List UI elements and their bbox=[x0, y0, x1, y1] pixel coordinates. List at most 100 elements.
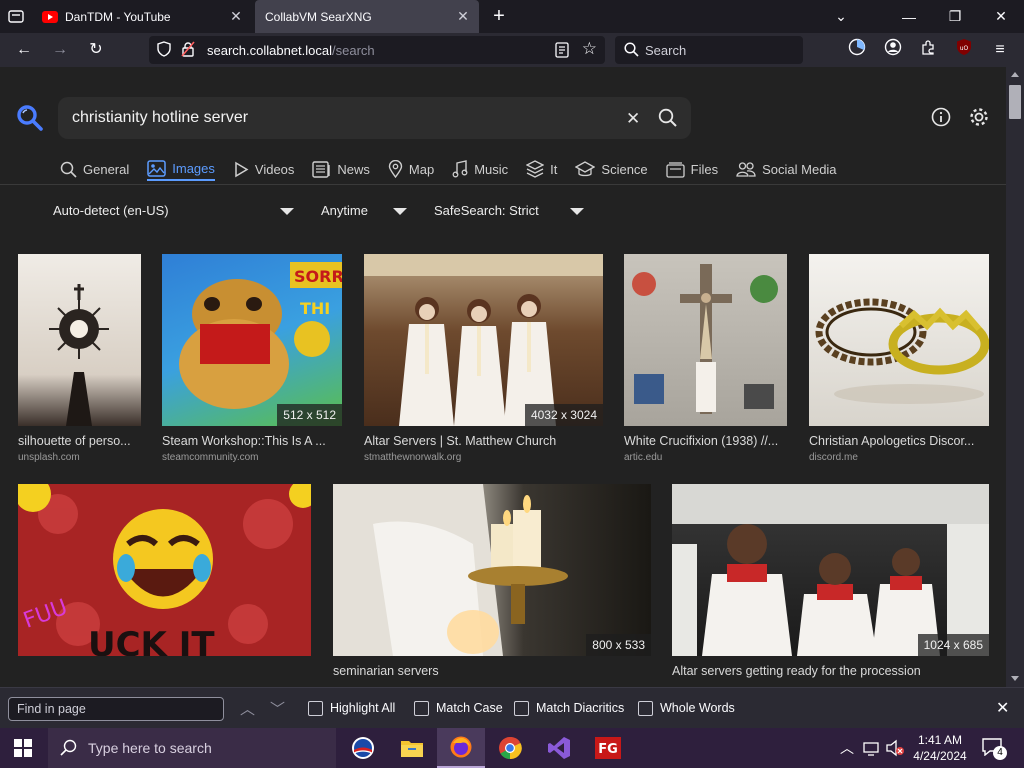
chrome-icon[interactable] bbox=[486, 728, 534, 768]
show-hidden-icons-icon[interactable]: ︿ bbox=[840, 738, 854, 758]
taskbar-search-box[interactable]: Type here to search bbox=[48, 728, 336, 768]
forward-icon[interactable]: → bbox=[48, 38, 72, 62]
chevron-down-icon[interactable] bbox=[393, 208, 407, 215]
tab-images[interactable]: Images bbox=[147, 157, 215, 181]
network-icon[interactable] bbox=[862, 739, 880, 762]
whole-words-checkbox[interactable] bbox=[638, 701, 653, 716]
submit-search-icon[interactable] bbox=[658, 108, 678, 133]
tab-it[interactable]: It bbox=[526, 157, 557, 181]
find-input[interactable]: Find in page bbox=[8, 697, 224, 721]
match-diacritics-checkbox[interactable] bbox=[514, 701, 529, 716]
tab-list-icon[interactable] bbox=[8, 9, 24, 23]
result-title[interactable]: Christian Apologetics Discor... bbox=[809, 434, 989, 448]
result-card[interactable]: SORRYTHI 512 x 512 Steam Workshop::This … bbox=[162, 254, 342, 469]
pocket-icon[interactable] bbox=[845, 38, 869, 62]
match-case-label[interactable]: Match Case bbox=[436, 701, 503, 715]
restore-icon[interactable]: ❐ bbox=[932, 0, 978, 33]
close-tab-icon[interactable]: ✕ bbox=[455, 8, 471, 24]
result-title[interactable]: Altar Servers | St. Matthew Church bbox=[364, 434, 603, 448]
language-select[interactable]: Auto-detect (en-US) bbox=[53, 203, 169, 223]
result-card[interactable]: 4032 x 3024 Altar Servers | St. Matthew … bbox=[364, 254, 603, 469]
result-thumbnail[interactable] bbox=[624, 254, 787, 426]
obama-app-icon[interactable] bbox=[339, 728, 387, 768]
result-thumbnail[interactable] bbox=[809, 254, 989, 426]
file-explorer-icon[interactable] bbox=[388, 728, 436, 768]
highlight-all-checkbox[interactable] bbox=[308, 701, 323, 716]
scroll-up-icon[interactable] bbox=[1011, 72, 1019, 77]
result-thumbnail[interactable]: UCK IT FUU bbox=[18, 484, 311, 656]
minimize-icon[interactable]: — bbox=[886, 0, 932, 33]
result-thumbnail[interactable] bbox=[18, 254, 141, 426]
ublock-icon[interactable]: uO bbox=[952, 38, 976, 62]
result-card[interactable]: 1024 x 685 Altar servers getting ready f… bbox=[672, 484, 989, 687]
chevron-down-icon[interactable] bbox=[280, 208, 294, 215]
page-scrollbar[interactable] bbox=[1006, 67, 1024, 687]
result-card[interactable]: silhouette of perso... unsplash.com bbox=[18, 254, 141, 469]
tab-collabvm-searxng[interactable]: CollabVM SearXNG ✕ bbox=[255, 0, 479, 33]
chevron-down-icon[interactable] bbox=[570, 208, 584, 215]
scroll-down-icon[interactable] bbox=[1011, 676, 1019, 681]
tab-files[interactable]: Files bbox=[666, 157, 718, 181]
list-all-tabs-icon[interactable]: ⌄ bbox=[818, 0, 864, 33]
reader-view-icon[interactable] bbox=[555, 42, 569, 61]
firefox-icon[interactable] bbox=[437, 728, 485, 768]
find-previous-icon[interactable]: ︿ bbox=[240, 698, 255, 719]
result-title[interactable]: White Crucifixion (1938) //... bbox=[624, 434, 787, 448]
settings-gear-icon[interactable] bbox=[968, 106, 990, 133]
match-case-checkbox[interactable] bbox=[414, 701, 429, 716]
whole-words-label[interactable]: Whole Words bbox=[660, 701, 735, 715]
result-title[interactable]: Altar servers getting ready for the proc… bbox=[672, 664, 989, 678]
system-clock[interactable]: 1:41 AM 4/24/2024 bbox=[908, 732, 972, 764]
windows-start-icon[interactable] bbox=[14, 739, 32, 762]
time-range-select[interactable]: Anytime bbox=[321, 203, 368, 223]
highlight-all-label[interactable]: Highlight All bbox=[330, 701, 395, 715]
close-window-icon[interactable]: ✕ bbox=[978, 0, 1024, 33]
result-thumbnail[interactable]: 800 x 533 bbox=[333, 484, 651, 656]
svg-text:UCK IT: UCK IT bbox=[88, 625, 215, 656]
tab-science[interactable]: Science bbox=[575, 157, 648, 181]
result-thumbnail[interactable]: 1024 x 685 bbox=[672, 484, 989, 656]
close-tab-icon[interactable]: ✕ bbox=[228, 8, 244, 24]
back-icon[interactable]: ← bbox=[12, 38, 36, 62]
result-card[interactable]: UCK IT FUU bbox=[18, 484, 311, 687]
result-card[interactable]: Christian Apologetics Discor... discord.… bbox=[809, 254, 989, 469]
result-card[interactable]: 800 x 533 seminarian servers bbox=[333, 484, 651, 687]
tab-general[interactable]: General bbox=[60, 157, 129, 181]
menu-icon[interactable]: ≡ bbox=[988, 38, 1012, 62]
result-title[interactable]: silhouette of perso... bbox=[18, 434, 141, 448]
scrollbar-thumb[interactable] bbox=[1009, 85, 1021, 119]
result-title[interactable]: seminarian servers bbox=[333, 664, 651, 678]
query-input[interactable]: christianity hotline server bbox=[72, 109, 248, 127]
lock-warning-icon[interactable] bbox=[181, 40, 197, 60]
tab-news[interactable]: News bbox=[312, 157, 370, 181]
extensions-icon[interactable] bbox=[917, 38, 941, 62]
info-icon[interactable] bbox=[931, 107, 951, 132]
fg-app-icon[interactable]: FG bbox=[584, 728, 632, 768]
tab-music[interactable]: Music bbox=[452, 157, 508, 181]
find-next-icon[interactable]: ﹀ bbox=[270, 698, 285, 719]
searxng-logo-icon[interactable] bbox=[16, 104, 44, 132]
match-diacritics-label[interactable]: Match Diacritics bbox=[536, 701, 624, 715]
tab-dantdm-youtube[interactable]: DanTDM - YouTube ✕ bbox=[32, 0, 252, 33]
tab-videos[interactable]: Videos bbox=[233, 157, 294, 181]
safesearch-select[interactable]: SafeSearch: Strict bbox=[434, 203, 539, 223]
result-card[interactable]: White Crucifixion (1938) //... artic.edu bbox=[624, 254, 787, 469]
query-box[interactable]: christianity hotline server ✕ bbox=[58, 97, 691, 139]
account-icon[interactable] bbox=[881, 38, 905, 62]
result-title[interactable]: Steam Workshop::This Is A ... bbox=[162, 434, 342, 448]
close-find-bar-icon[interactable]: ✕ bbox=[996, 698, 1009, 718]
reload-icon[interactable]: ↻ bbox=[84, 38, 108, 62]
visual-studio-icon[interactable] bbox=[535, 728, 583, 768]
tab-social-media[interactable]: Social Media bbox=[736, 157, 837, 181]
browser-search-box[interactable]: Search bbox=[615, 36, 803, 64]
bookmark-star-icon[interactable]: ☆ bbox=[582, 39, 597, 59]
new-tab-icon[interactable]: + bbox=[489, 5, 509, 28]
volume-muted-icon[interactable] bbox=[885, 739, 905, 762]
notification-center-icon[interactable]: 4 bbox=[982, 738, 1007, 760]
shield-icon[interactable] bbox=[157, 40, 173, 60]
clear-query-icon[interactable]: ✕ bbox=[626, 109, 640, 129]
tab-map[interactable]: Map bbox=[388, 157, 434, 181]
result-thumbnail[interactable]: 4032 x 3024 bbox=[364, 254, 603, 426]
result-thumbnail[interactable]: SORRY THI 512 x 512 bbox=[162, 254, 342, 426]
url-bar[interactable]: search.collabnet.local/search ☆ bbox=[149, 36, 605, 64]
